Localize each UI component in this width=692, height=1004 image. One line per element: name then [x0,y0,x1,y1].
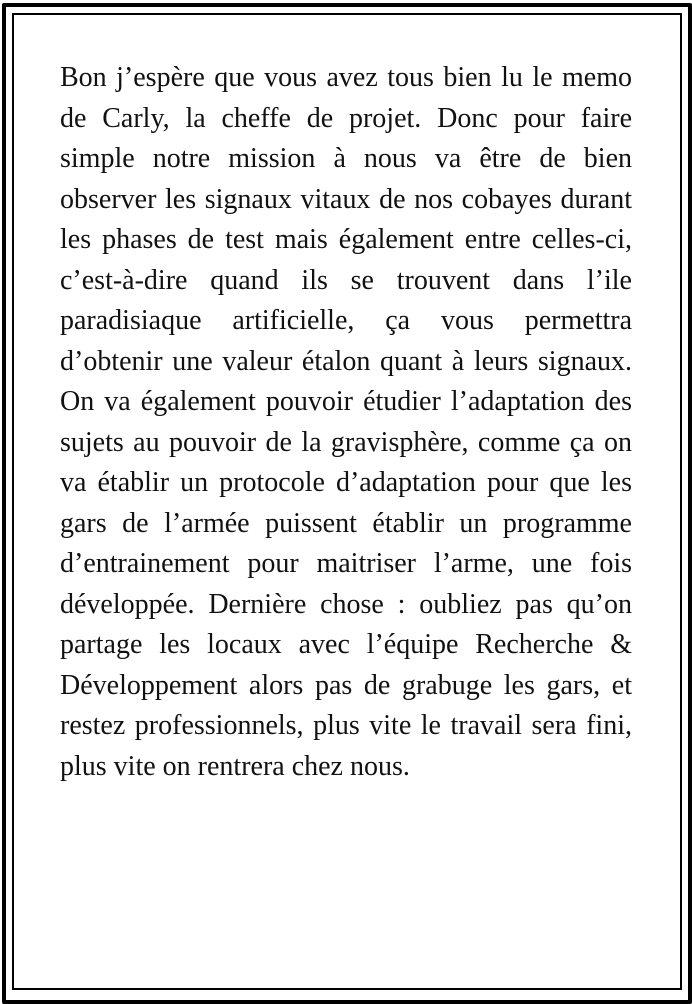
memo-body-text: Bon j’espère que vous avez tous bien lu … [60,62,632,782]
